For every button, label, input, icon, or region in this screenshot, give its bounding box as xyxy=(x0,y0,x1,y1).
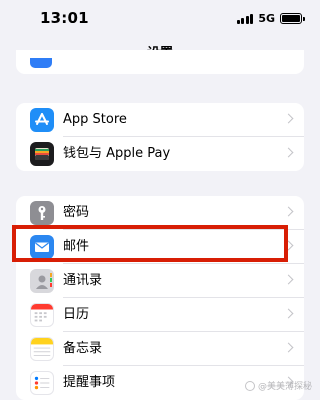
settings-group-apps: 密码 邮件 通讯录 日历 备忘录 提醒事项 xyxy=(16,196,304,400)
settings-row-calendar[interactable]: 日历 xyxy=(16,298,304,332)
status-time: 13:01 xyxy=(40,9,89,27)
settings-row-label: App Store xyxy=(63,112,127,127)
settings-group-store: App Store 钱包与 Apple Pay xyxy=(16,103,304,171)
settings-row-label: 密码 xyxy=(63,205,90,220)
settings-row-notes[interactable]: 备忘录 xyxy=(16,332,304,366)
mail-icon xyxy=(30,235,54,259)
settings-row-label: 备忘录 xyxy=(63,341,103,356)
network-label: 5G xyxy=(258,12,275,25)
status-right: 5G xyxy=(236,12,305,25)
settings-row-app-store[interactable]: App Store xyxy=(16,103,304,137)
key-icon xyxy=(30,201,54,225)
chevron-right-icon xyxy=(283,206,294,217)
chevron-right-icon xyxy=(283,308,294,319)
settings-row-label: 通讯录 xyxy=(63,273,103,288)
chevron-right-icon xyxy=(283,113,294,124)
chevron-right-icon xyxy=(283,147,294,158)
status-bar: 13:01 5G xyxy=(0,0,320,38)
battery-icon xyxy=(280,13,305,24)
app-store-icon xyxy=(30,108,54,132)
settings-row-contacts[interactable]: 通讯录 xyxy=(16,264,304,298)
settings-group-partial xyxy=(16,50,304,74)
settings-row-label: 钱包与 Apple Pay xyxy=(63,146,171,161)
partial-app-icon xyxy=(30,58,52,68)
chevron-right-icon xyxy=(283,274,294,285)
settings-row-label: 提醒事项 xyxy=(63,375,116,390)
watermark: @美美薄探秘 xyxy=(244,379,312,392)
settings-row-passwords[interactable]: 密码 xyxy=(16,196,304,230)
chevron-right-icon xyxy=(283,240,294,251)
signal-icon xyxy=(236,13,254,24)
settings-row-mail[interactable]: 邮件 xyxy=(16,230,304,264)
watermark-text: @美美薄探秘 xyxy=(257,382,312,392)
settings-row-label: 日历 xyxy=(63,307,90,322)
reminders-icon xyxy=(30,371,54,395)
contacts-icon xyxy=(30,269,54,293)
wallet-icon xyxy=(30,142,54,166)
chevron-right-icon xyxy=(283,342,294,353)
settings-row-wallet[interactable]: 钱包与 Apple Pay xyxy=(16,137,304,171)
calendar-icon xyxy=(30,303,54,327)
watermark-icon xyxy=(244,380,255,391)
settings-row-label: 邮件 xyxy=(63,239,90,254)
notes-icon xyxy=(30,337,54,361)
